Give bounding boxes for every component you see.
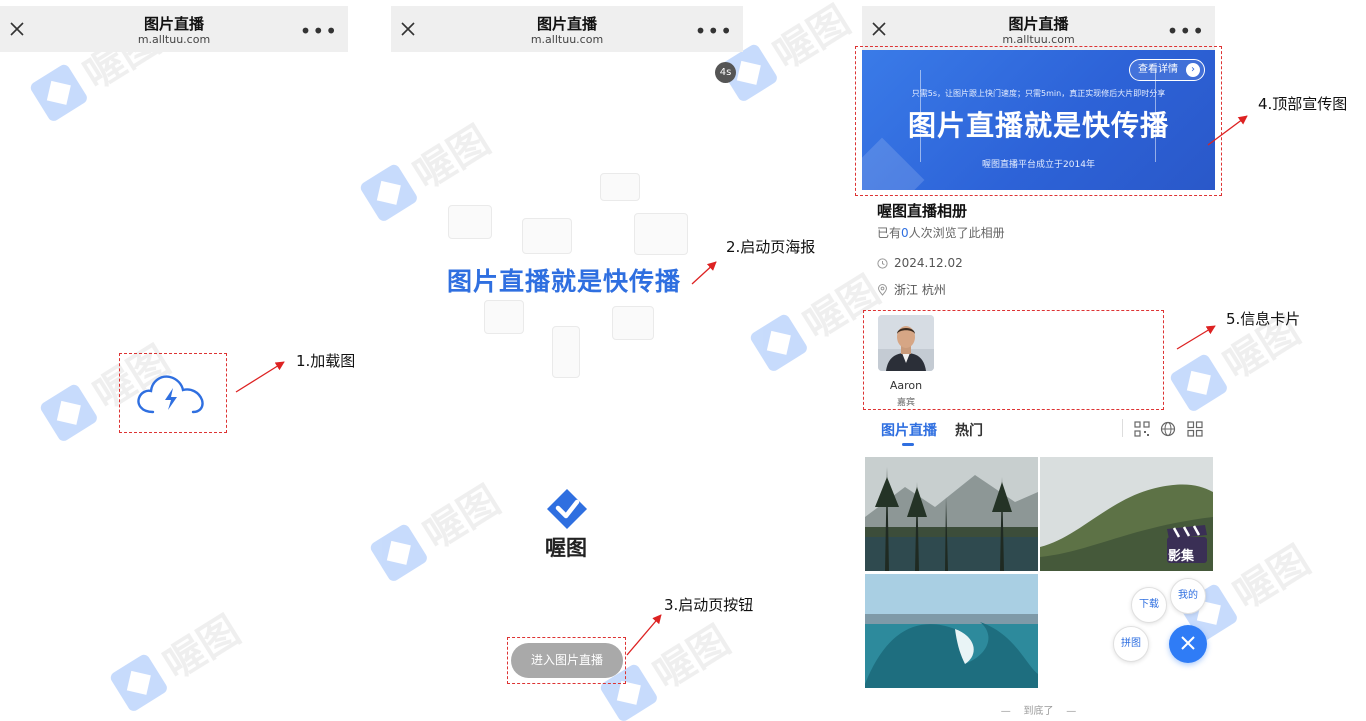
location-row: 浙江 杭州 [877,281,946,298]
qrcode-icon[interactable] [1134,421,1150,437]
location-pin-icon [877,283,888,296]
close-menu-button[interactable] [1169,625,1207,663]
annotation-box-3 [507,637,626,684]
nav-url: m.alltuu.com [530,33,604,46]
navbar: 图片直播 m.alltuu.com ••• [391,6,743,52]
views-prefix: 已有 [877,226,902,240]
album-title: 喔图直播相册 [877,202,968,220]
watermark-logo-icon [358,162,420,224]
watermark-logo-icon [28,62,90,124]
film-badge-label: 影集 [1168,549,1195,564]
annotation-label-5: 5.信息卡片 [1226,310,1301,328]
brand-name: 喔图 [545,536,587,560]
photo-ocean-wave[interactable] [865,574,1038,688]
navbar: 图片直播 m.alltuu.com ••• [0,6,348,52]
puzzle-button[interactable]: 拼图 [1113,626,1149,662]
watermark-logo-icon [368,522,430,584]
annotation-label-3: 3.启动页按钮 [664,596,754,614]
date-row: 2024.12.02 [877,256,963,270]
globe-icon[interactable] [1160,421,1176,437]
more-icon[interactable]: ••• [300,21,338,41]
phone-splash: 图片直播 m.alltuu.com ••• [391,6,743,52]
watermark-text: 喔图 [1225,537,1319,619]
toolbar-divider [1122,419,1123,437]
countdown-timer[interactable]: 4s [715,62,736,83]
watermark-text: 喔图 [155,607,249,689]
phone-loading: 图片直播 m.alltuu.com ••• [0,6,348,52]
camera-ghost-icon [522,218,572,254]
grid-icon[interactable] [1187,421,1203,437]
more-icon[interactable]: ••• [1167,21,1205,41]
watermark-text: 喔图 [415,477,509,559]
brand-logo-icon [547,489,587,529]
watermark-logo-icon [38,382,100,444]
video-ghost-icon [600,173,640,201]
annotation-box-4 [855,46,1222,196]
tab-live-photos[interactable]: 图片直播 [881,420,937,440]
album-location: 浙江 杭州 [894,283,946,297]
watermark-text: 喔图 [645,617,739,699]
tab-underline [902,443,914,446]
annotation-box-1 [119,353,227,433]
nav-title: 图片直播 [143,15,204,33]
nav-title: 图片直播 [1008,15,1069,33]
annotation-label-1: 1.加载图 [296,352,356,370]
view-count-text: 已有0人次浏览了此相册 [877,224,1005,241]
mine-button[interactable]: 我的 [1170,578,1206,614]
nav-title: 图片直播 [536,15,597,33]
tab-hot[interactable]: 热门 [955,420,983,440]
watermark-logo-icon [748,312,810,374]
views-suffix: 人次浏览了此相册 [908,226,1005,240]
watermark-logo-icon [108,652,170,714]
camera-ghost-icon [612,306,654,340]
monitor-ghost-icon [448,205,492,239]
watermark-text: 喔图 [405,117,499,199]
end-text-label: 到底了 [1023,706,1054,717]
poster-title: 图片直播就是快传播 [447,267,682,296]
annotation-box-5 [863,310,1164,410]
watermark-logo-icon [1168,352,1230,414]
watermark: 喔图 [105,599,249,719]
image-ghost-icon [634,213,688,255]
watermark: 喔图 [365,469,509,589]
nav-url: m.alltuu.com [137,33,211,46]
annotation-label-4: 4.顶部宣传图 [1258,95,1348,113]
close-icon [1181,636,1195,650]
views-count: 0 [901,226,909,240]
more-icon[interactable]: ••• [695,21,733,41]
annotation-label-2: 2.启动页海报 [726,238,816,256]
phone-ghost-icon [552,326,580,378]
nav-url: m.alltuu.com [1002,33,1075,46]
watermark-text: 喔图 [765,0,859,79]
album-date: 2024.12.02 [894,256,963,270]
end-of-list-text: — 到底了 — [1000,706,1077,717]
download-button[interactable]: 下载 [1131,587,1167,623]
photo-forest-lake[interactable] [865,457,1038,571]
image-ghost-icon [484,300,524,334]
clock-icon [877,257,888,269]
